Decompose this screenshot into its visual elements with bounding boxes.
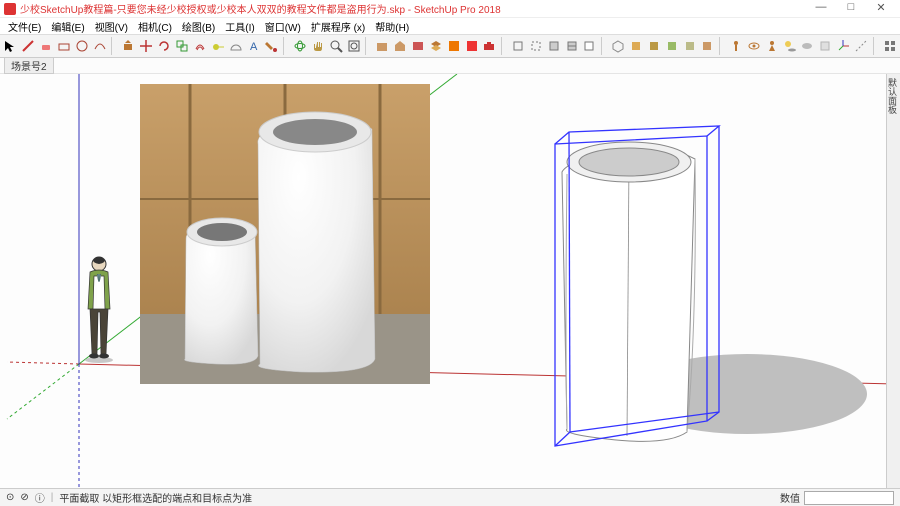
menu-bar: 文件(E) 编辑(E) 视图(V) 相机(C) 绘图(B) 工具(I) 窗口(W…	[0, 18, 900, 34]
scale-tool-icon[interactable]	[174, 37, 191, 55]
credits-icon[interactable]: ⓘ	[35, 490, 45, 505]
xray-icon[interactable]	[817, 37, 834, 55]
offset-tool-icon[interactable]	[191, 37, 208, 55]
orbit-tool-icon[interactable]	[292, 37, 309, 55]
shadow-icon[interactable]	[781, 37, 798, 55]
layers-icon[interactable]	[427, 37, 444, 55]
move-tool-icon[interactable]	[138, 37, 155, 55]
svg-text:A: A	[250, 41, 258, 53]
rect-tool-icon[interactable]	[56, 37, 73, 55]
menu-tools[interactable]: 工具(I)	[221, 19, 258, 34]
status-bar: ⊙ ⊘ ⓘ | 平面截取 以矩形框选配的端点和目标点为准 数值	[0, 488, 900, 506]
position-cam-icon[interactable]	[763, 37, 780, 55]
menu-camera[interactable]: 相机(C)	[134, 19, 176, 34]
maximize-button[interactable]: □	[836, 1, 866, 17]
red-axis-neg	[7, 362, 79, 364]
scene-canvas	[0, 74, 900, 488]
close-button[interactable]: ✕	[866, 1, 896, 17]
menu-window[interactable]: 窗口(W)	[261, 19, 305, 34]
line-tool-icon[interactable]	[20, 37, 37, 55]
circle-tool-icon[interactable]	[74, 37, 91, 55]
style-wire-icon[interactable]	[510, 37, 527, 55]
default-tray[interactable]: 默认面板	[886, 74, 900, 488]
camera-icon[interactable]	[481, 37, 498, 55]
text-tool-icon[interactable]: A	[245, 37, 262, 55]
select-tool-icon[interactable]	[2, 37, 19, 55]
component-icon[interactable]	[374, 37, 391, 55]
large-toolset-icon[interactable]	[881, 37, 898, 55]
style-shaded-icon[interactable]	[545, 37, 562, 55]
menu-file[interactable]: 文件(E)	[4, 19, 45, 34]
window-title: 少校SketchUp教程篇-只要您未经少校授权或少校本人双双的教程文件都是盗用行…	[20, 1, 501, 16]
green-axis-neg	[7, 364, 79, 419]
look-tool-icon[interactable]	[745, 37, 762, 55]
rotate-tool-icon[interactable]	[156, 37, 173, 55]
guides-icon[interactable]	[853, 37, 870, 55]
view-iso-icon[interactable]	[610, 37, 627, 55]
menu-extensions[interactable]: 扩展程序 (x)	[307, 19, 369, 34]
title-bar: 少校SketchUp教程篇-只要您未经少校授权或少校本人双双的教程文件都是盗用行…	[0, 0, 900, 18]
menu-edit[interactable]: 编辑(E)	[47, 19, 88, 34]
arc-tool-icon[interactable]	[91, 37, 108, 55]
measurement-input[interactable]	[804, 491, 894, 505]
walk-tool-icon[interactable]	[728, 37, 745, 55]
view-front-icon[interactable]	[645, 37, 662, 55]
style-hidden-icon[interactable]	[527, 37, 544, 55]
zoom-tool-icon[interactable]	[327, 37, 344, 55]
ext-warehouse-icon[interactable]	[409, 37, 426, 55]
tape-tool-icon[interactable]	[209, 37, 226, 55]
eraser-tool-icon[interactable]	[38, 37, 55, 55]
warehouse-icon[interactable]	[392, 37, 409, 55]
section-display-icon[interactable]	[463, 37, 480, 55]
vase-model[interactable]	[562, 142, 695, 441]
menu-view[interactable]: 视图(V)	[91, 19, 132, 34]
scene-tab[interactable]: 场景号2	[4, 57, 54, 74]
view-back-icon[interactable]	[681, 37, 698, 55]
scene-tab-bar: 场景号2	[0, 58, 900, 74]
minimize-button[interactable]: —	[806, 1, 836, 17]
measurement-label: 数值	[780, 490, 800, 505]
pushpull-tool-icon[interactable]	[120, 37, 137, 55]
paint-tool-icon[interactable]	[263, 37, 280, 55]
reference-photo[interactable]	[140, 84, 430, 384]
menu-help[interactable]: 帮助(H)	[371, 19, 413, 34]
viewport[interactable]	[0, 74, 900, 488]
view-right-icon[interactable]	[663, 37, 680, 55]
status-sep: |	[51, 492, 54, 503]
main-toolbar: A	[0, 34, 900, 58]
menu-draw[interactable]: 绘图(B)	[178, 19, 219, 34]
section-icon[interactable]	[445, 37, 462, 55]
person-icon[interactable]: ⊘	[20, 492, 28, 503]
style-mono-icon[interactable]	[581, 37, 598, 55]
style-texture-icon[interactable]	[563, 37, 580, 55]
view-top-icon[interactable]	[627, 37, 644, 55]
view-left-icon[interactable]	[699, 37, 716, 55]
zoom-extents-icon[interactable]	[345, 37, 362, 55]
axes-icon[interactable]	[835, 37, 852, 55]
geo-icon[interactable]: ⊙	[6, 492, 14, 503]
protractor-tool-icon[interactable]	[227, 37, 244, 55]
status-hint: 平面截取 以矩形框选配的端点和目标点为准	[59, 490, 252, 505]
fog-icon[interactable]	[799, 37, 816, 55]
app-icon	[4, 3, 16, 15]
pan-tool-icon[interactable]	[309, 37, 326, 55]
scale-figure[interactable]	[78, 254, 120, 364]
